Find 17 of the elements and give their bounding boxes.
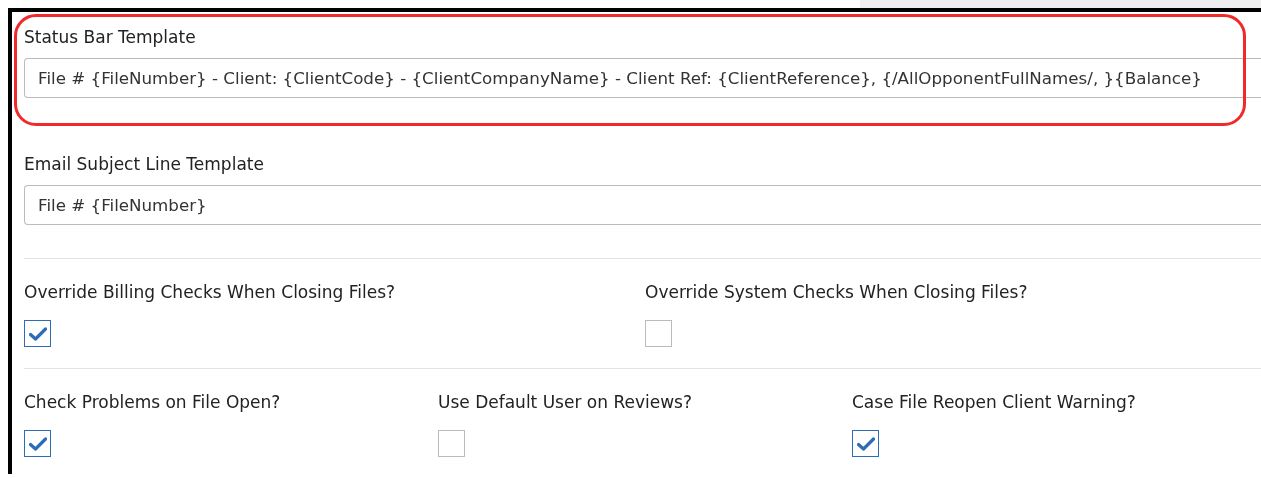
checkbox[interactable] [852,430,879,457]
checkbox-label: Check Problems on File Open? [24,392,281,412]
input-field[interactable]: File # {FileNumber} [24,185,1261,225]
checkbox-label: Override Billing Checks When Closing Files? [24,282,396,302]
checkbox-label: Override System Checks When Closing Files? [645,282,1028,302]
checkbox[interactable] [438,430,465,457]
checkbox[interactable] [24,320,51,347]
check-icon [28,326,47,341]
checkbox[interactable] [24,430,51,457]
check-icon [856,436,875,451]
input-field[interactable]: File # {FileNumber} - Client: {ClientCode} - {ClientCompanyName} - Client Ref: {ClientReference}, {/AllOpponentFullNames/, }{Balance} [24,58,1261,98]
checkbox-label: Use Default User on Reviews? [438,392,692,412]
check-icon [28,436,47,451]
checkbox[interactable] [645,320,672,347]
field-label: Status Bar Template [24,27,197,47]
checkbox-label: Case File Reopen Client Warning? [852,392,1136,412]
field-label: Email Subject Line Template [24,154,265,174]
